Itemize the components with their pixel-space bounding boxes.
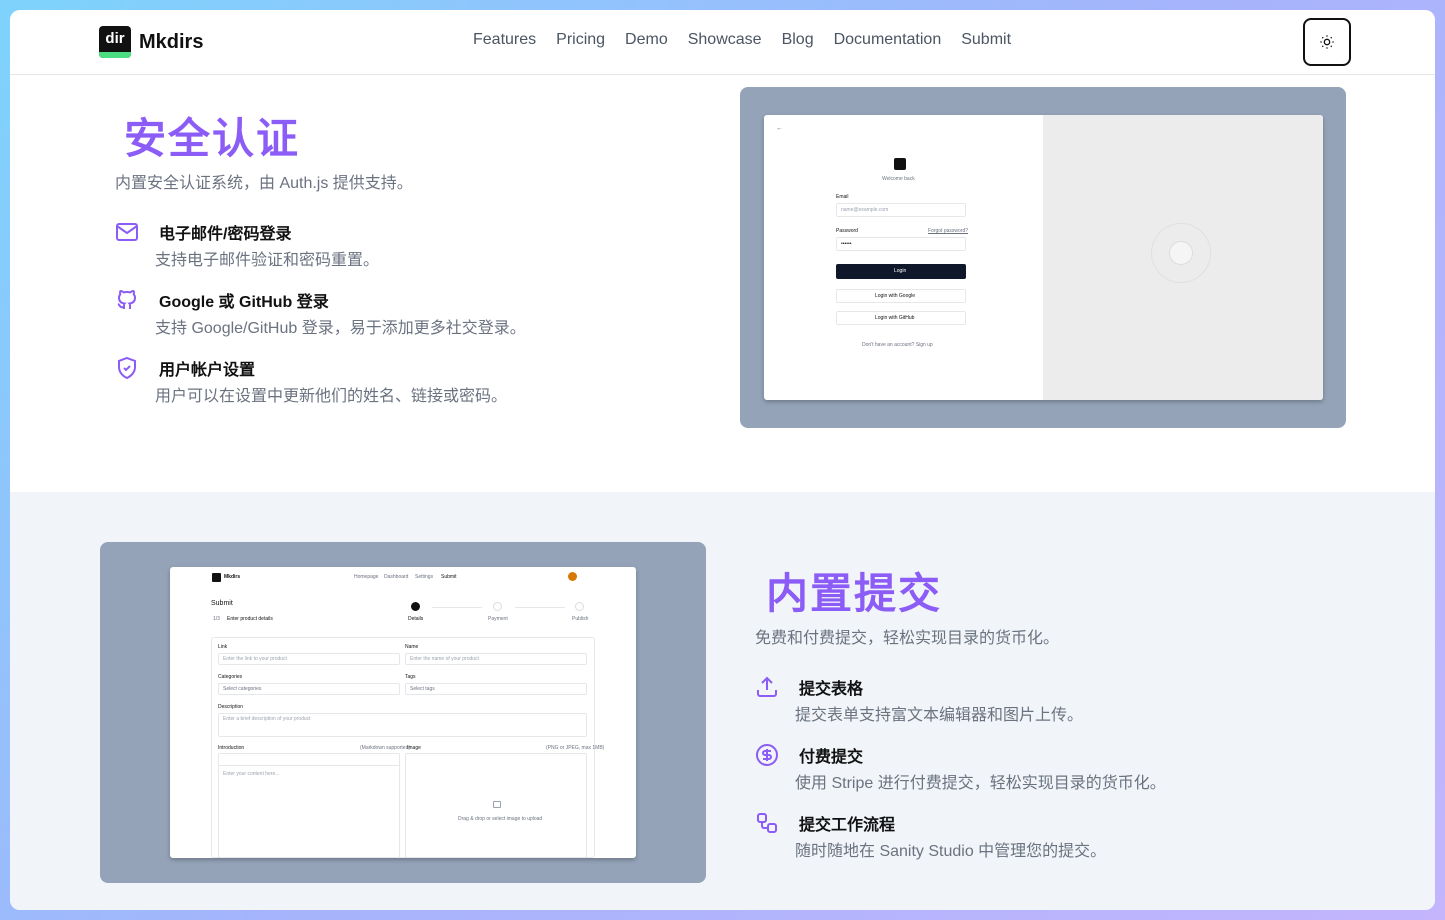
feature-title: 付费提交 <box>799 749 864 766</box>
back-icon[interactable]: ← <box>776 125 783 132</box>
feature-title: 提交表格 <box>799 681 864 698</box>
link-input[interactable]: Enter the link to your product <box>218 653 400 665</box>
tags-select[interactable]: Select tags <box>405 683 587 695</box>
sun-icon <box>1320 35 1334 49</box>
image-placeholder-panel <box>1043 115 1323 400</box>
step-indicator <box>493 602 502 611</box>
auth-section-title: 安全认证 <box>124 115 301 162</box>
email-field[interactable]: name@example.com <box>836 203 966 217</box>
login-screenshot: ← Welcome back Email name@example.com Pa… <box>764 115 1323 400</box>
nav-homepage[interactable]: Homepage <box>354 574 378 580</box>
introduction-label: Introduction <box>218 745 245 751</box>
step-publish: Publish <box>572 616 589 622</box>
auth-screenshot-frame: ← Welcome back Email name@example.com Pa… <box>740 87 1346 428</box>
auth-section-description: 内置安全认证系统，由 Auth.js 提供支持。 <box>115 175 413 192</box>
password-field[interactable]: •••••• <box>836 237 966 251</box>
feature-description: 支持 Google/GitHub 登录，易于添加更多社交登录。 <box>155 320 526 337</box>
step-payment: Payment <box>488 616 508 622</box>
site-header: dir Mkdirs Features Pricing Demo Showcas… <box>10 10 1435 75</box>
description-label: Description <box>218 704 244 710</box>
categories-select[interactable]: Select categories <box>218 683 400 695</box>
nav-pricing[interactable]: Pricing <box>556 31 605 49</box>
nav-submit[interactable]: Submit <box>441 574 457 580</box>
welcome-text: Welcome back <box>882 176 915 182</box>
description-textarea[interactable]: Enter a brief description of your produc… <box>218 713 587 737</box>
feature-description: 提交表单支持富文本编辑器和图片上传。 <box>795 707 1084 724</box>
nav-submit[interactable]: Submit <box>961 31 1011 49</box>
form-heading: Submit <box>211 600 233 607</box>
google-login-button[interactable]: Login with Google <box>836 289 966 303</box>
feature-title: 提交工作流程 <box>799 817 896 834</box>
brand-logo[interactable]: dir Mkdirs <box>99 26 203 58</box>
nav-documentation[interactable]: Documentation <box>834 31 942 49</box>
categories-label: Categories <box>218 674 243 680</box>
main-nav: Features Pricing Demo Showcase Blog Docu… <box>473 31 1011 49</box>
nav-showcase[interactable]: Showcase <box>688 31 762 49</box>
step-details: Details <box>408 616 424 622</box>
feature-title: Google 或 GitHub 登录 <box>159 294 329 311</box>
feature-description: 使用 Stripe 进行付费提交，轻松实现目录的货币化。 <box>795 775 1166 792</box>
markdown-note: (Markdown supported) <box>360 745 411 751</box>
nav-settings[interactable]: Settings <box>415 574 433 580</box>
forgot-password-link[interactable]: Forgot password? <box>928 228 968 234</box>
github-icon <box>117 290 137 309</box>
image-label: Image <box>407 745 421 751</box>
link-label: Link <box>218 644 228 650</box>
rich-text-editor[interactable]: Enter your content here... <box>218 753 400 858</box>
signup-link[interactable]: Don't have an account? Sign up <box>862 342 933 348</box>
nav-blog[interactable]: Blog <box>782 31 814 49</box>
logo-icon: dir <box>99 26 131 58</box>
image-note: (PNG or JPEG, max 1MB) <box>546 745 605 751</box>
image-icon <box>493 801 501 808</box>
dollar-circle-icon <box>756 744 778 766</box>
submit-section-description: 免费和付费提交，轻松实现目录的货币化。 <box>755 630 1060 647</box>
image-icon <box>1169 241 1193 265</box>
nav-dashboard[interactable]: Dashboard <box>384 574 408 580</box>
form-subheading: Enter product details <box>227 616 273 622</box>
upload-icon <box>757 676 777 697</box>
image-upload-area[interactable]: Drag & drop or select image to upload <box>405 753 587 858</box>
feature-title: 电子邮件/密码登录 <box>159 226 292 243</box>
name-label: Name <box>405 644 419 650</box>
submit-screenshot-frame: Mkdirs Homepage Dashboard Settings Submi… <box>100 542 706 883</box>
brand-name: Mkdirs <box>224 574 241 580</box>
step-indicator <box>575 602 584 611</box>
mail-icon <box>116 223 138 241</box>
step-indicator-active <box>411 602 420 611</box>
name-input[interactable]: Enter the name of your product <box>405 653 587 665</box>
theme-toggle-button[interactable] <box>1303 18 1351 66</box>
workflow-icon <box>757 813 777 833</box>
nav-features[interactable]: Features <box>473 31 536 49</box>
feature-description: 用户可以在设置中更新他们的姓名、链接或密码。 <box>155 388 508 405</box>
password-label: Password <box>836 228 858 234</box>
shield-check-icon <box>118 356 136 380</box>
browser-window: dir Mkdirs Features Pricing Demo Showcas… <box>10 10 1435 910</box>
login-button[interactable]: Login <box>836 264 966 279</box>
submit-section-title: 内置提交 <box>766 570 943 617</box>
nav-demo[interactable]: Demo <box>625 31 668 49</box>
logo-icon <box>212 573 221 582</box>
avatar[interactable] <box>568 572 577 581</box>
brand-name: Mkdirs <box>139 30 204 53</box>
feature-description: 支持电子邮件验证和密码重置。 <box>155 252 380 269</box>
step-label: 1/3 <box>213 616 220 622</box>
editor-toolbar <box>219 754 399 766</box>
feature-title: 用户帐户设置 <box>159 362 256 379</box>
logo-icon <box>894 158 906 170</box>
submit-form-screenshot: Mkdirs Homepage Dashboard Settings Submi… <box>170 567 636 858</box>
email-label: Email <box>836 194 849 200</box>
github-login-button[interactable]: Login with GitHub <box>836 311 966 325</box>
feature-description: 随时随地在 Sanity Studio 中管理您的提交。 <box>795 843 1107 860</box>
tags-label: Tags <box>405 674 416 680</box>
